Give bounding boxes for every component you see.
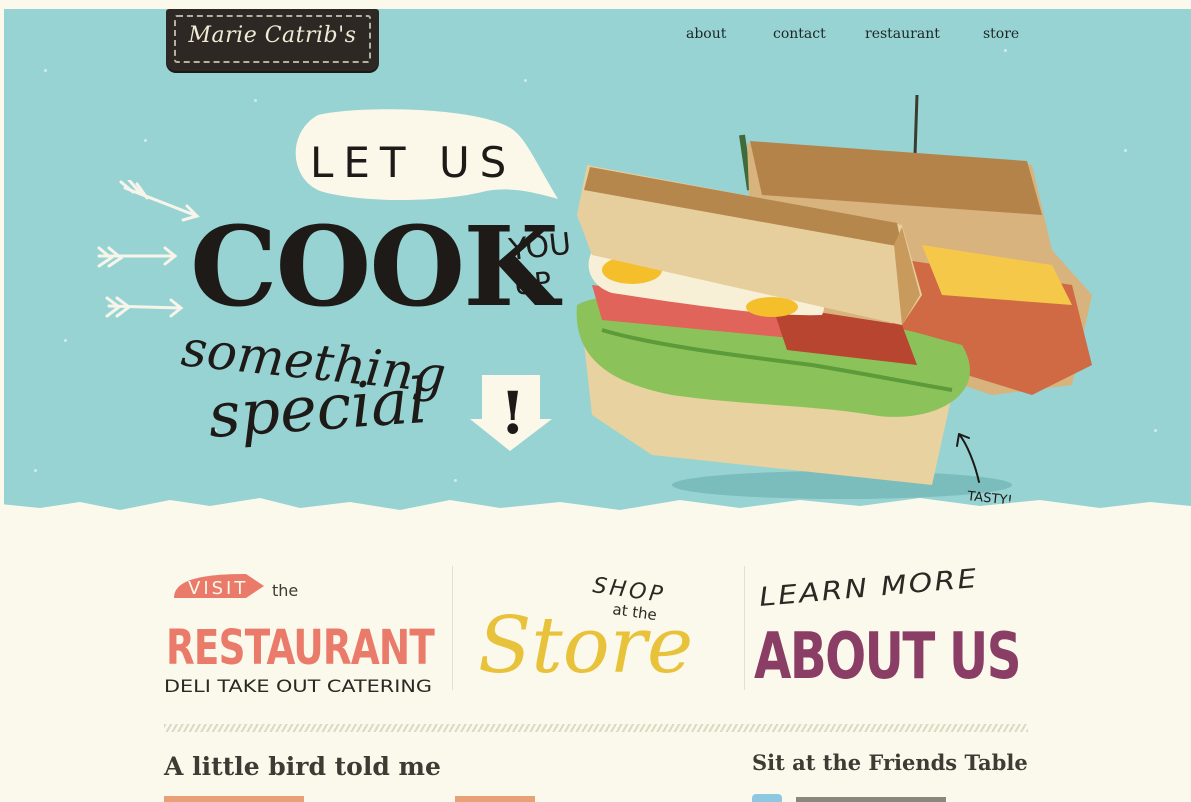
bird-heading: A little bird told me (164, 752, 441, 781)
special-word: special (206, 364, 430, 452)
follow-text-cut (796, 797, 946, 802)
nav-store[interactable]: store (983, 26, 1019, 42)
promo-divider (452, 566, 453, 690)
nav-contact[interactable]: contact (773, 26, 826, 42)
logo-text: Marie Catrib's (188, 23, 357, 48)
tweet-link-cut[interactable] (455, 796, 535, 802)
promo-store[interactable]: SHOP at the Store (472, 560, 712, 700)
promo-about[interactable]: LEARN MORE ABOUT US (752, 560, 1027, 700)
the-label: the (272, 581, 298, 600)
cook-word: COOK (190, 202, 562, 331)
nav-about[interactable]: about (686, 26, 726, 42)
visit-label: VISIT (188, 578, 248, 599)
restaurant-sub: DELI TAKE OUT CATERING (164, 677, 432, 697)
nav-restaurant[interactable]: restaurant (865, 26, 940, 42)
site-logo[interactable]: Marie Catrib's (166, 9, 379, 71)
learn-more-label: LEARN MORE (758, 564, 980, 613)
you-word: YOU (506, 227, 573, 268)
torn-paper-edge (0, 498, 1191, 520)
hero-lettering: COOK YOU UP something special ! (179, 202, 573, 452)
tweet-link-cut[interactable] (164, 796, 304, 802)
up-word: UP (512, 265, 553, 302)
store-title: Store (478, 601, 693, 691)
section-divider (164, 724, 1028, 732)
page: Marie Catrib's about contact restaurant … (0, 0, 1191, 802)
promo-restaurant[interactable]: VISIT the RESTAURANT DELI TAKE OUT CATER… (160, 560, 440, 700)
twitter-icon[interactable] (752, 794, 782, 802)
restaurant-title: RESTAURANT (166, 620, 435, 676)
exclaim-mark: ! (500, 379, 525, 447)
about-title: ABOUT US (754, 620, 1020, 694)
friends-heading: Sit at the Friends Table (752, 750, 1028, 775)
promo-divider (744, 566, 745, 690)
